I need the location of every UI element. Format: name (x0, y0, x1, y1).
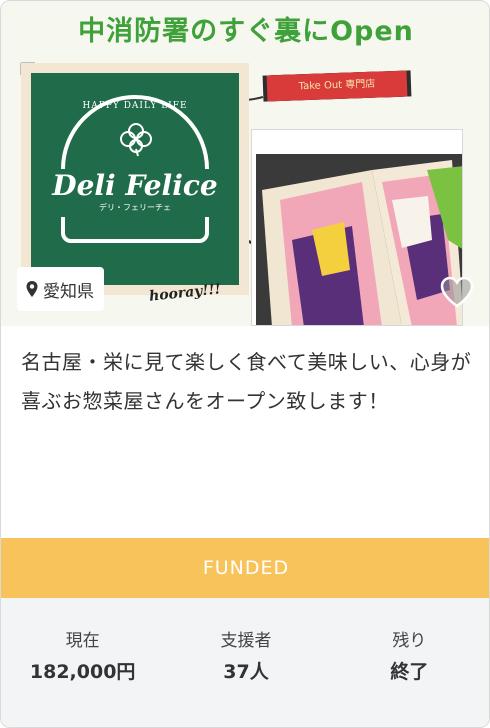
stat-value: 終了 (390, 661, 429, 683)
stat-current-amount: 現在 182,000円 (1, 598, 164, 727)
stat-label: 残り (392, 631, 427, 651)
location-pin-icon (26, 281, 38, 297)
project-description[interactable]: 名古屋・栄に見て楽しく食べて美味しい、心身が喜ぶお惣菜屋さんをオープン致します！ (21, 343, 473, 421)
sandwich-photo (251, 129, 463, 326)
stat-value: 37人 (223, 661, 269, 683)
favorite-heart-icon[interactable] (439, 275, 475, 309)
clover-icon (120, 123, 152, 157)
project-card[interactable]: 中消防署のすぐ裏にOpen Take Out 専門店 HAPPY DAILY L… (0, 0, 490, 728)
logo-panel: HAPPY DAILY LIFE Deli Felice デリ・フェリーチェ (31, 73, 239, 285)
funded-status-bar: FUNDED (1, 538, 489, 598)
logo-frame: HAPPY DAILY LIFE Deli Felice デリ・フェリーチェ (21, 63, 249, 295)
project-stats: 現在 182,000円 支援者 37人 残り 終了 (1, 598, 489, 727)
logo-tagline: HAPPY DAILY LIFE (82, 101, 188, 111)
stat-label: 現在 (65, 631, 100, 651)
logo-band: Deli Felice デリ・フェリーチェ (41, 169, 229, 217)
logo-name: Deli Felice (52, 169, 218, 202)
location-badge: 愛知県 (17, 267, 104, 311)
stat-label: 支援者 (220, 631, 272, 651)
stat-value: 182,000円 (29, 661, 136, 683)
stat-remaining: 残り 終了 (328, 598, 489, 727)
logo-kana: デリ・フェリーチェ (99, 203, 171, 212)
project-image[interactable]: 中消防署のすぐ裏にOpen Take Out 専門店 HAPPY DAILY L… (1, 1, 489, 326)
location-label: 愛知県 (43, 281, 94, 302)
stat-supporters: 支援者 37人 (164, 598, 327, 727)
sandwich-illustration (252, 130, 462, 325)
